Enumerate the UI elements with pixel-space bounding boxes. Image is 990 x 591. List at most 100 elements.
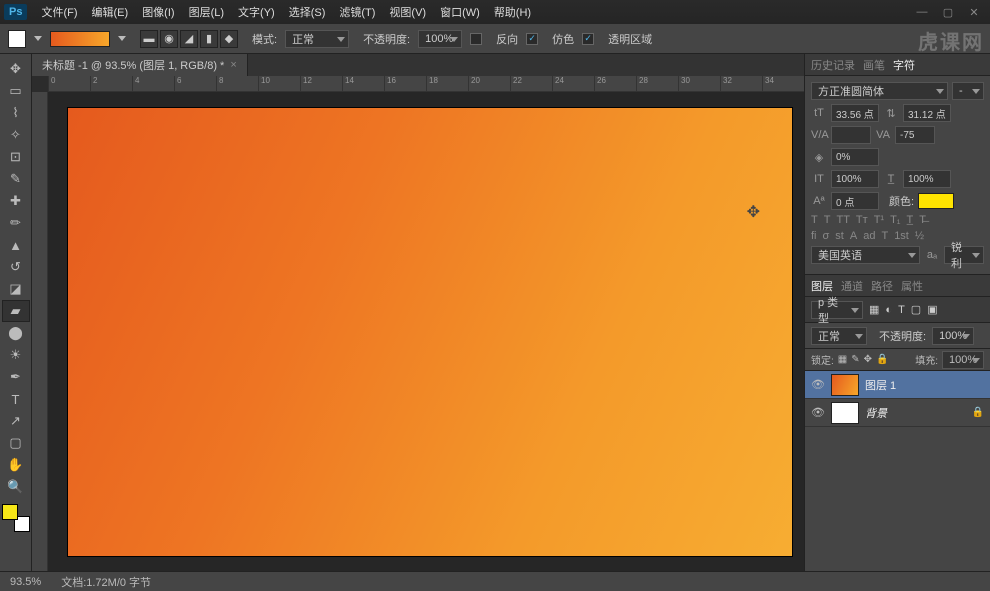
type-tool-icon[interactable]: T <box>2 388 30 410</box>
heal-tool-icon[interactable]: ✚ <box>2 190 30 212</box>
filter-adjust-icon[interactable]: ◐ <box>885 304 892 316</box>
menu-file[interactable]: 文件(F) <box>35 1 83 23</box>
zoom-tool-icon[interactable]: 🔍 <box>2 476 30 498</box>
allcaps-button[interactable]: TT <box>836 214 849 226</box>
lasso-tool-icon[interactable]: ⌇ <box>2 102 30 124</box>
gradient-diamond-icon[interactable]: ◆ <box>220 30 238 48</box>
ot-half[interactable]: ½ <box>915 230 924 242</box>
ot-fi[interactable]: fi <box>811 230 817 242</box>
menu-layer[interactable]: 图层(L) <box>183 1 230 23</box>
lock-paint-icon[interactable]: ✎ <box>851 354 859 365</box>
marquee-tool-icon[interactable]: ▭ <box>2 80 30 102</box>
tab-channels[interactable]: 通道 <box>841 278 863 294</box>
gradient-tool-icon[interactable]: ▰ <box>2 300 30 322</box>
menu-select[interactable]: 选择(S) <box>283 1 332 23</box>
smallcaps-button[interactable]: Tᴛ <box>856 214 868 226</box>
ot-fractions[interactable]: 1st <box>894 230 909 242</box>
layer-fill-field[interactable]: 100% <box>942 351 984 369</box>
eyedropper-tool-icon[interactable]: ✎ <box>2 168 30 190</box>
shape-tool-icon[interactable]: ▢ <box>2 432 30 454</box>
baseline-scale-field[interactable]: 0% <box>831 148 879 166</box>
ot-titling[interactable]: ad <box>863 230 875 242</box>
path-tool-icon[interactable]: ↗ <box>2 410 30 432</box>
zoom-level[interactable]: 93.5% <box>10 576 41 588</box>
filter-smart-icon[interactable]: ▣ <box>927 303 937 316</box>
menu-view[interactable]: 视图(V) <box>383 1 432 23</box>
visibility-icon[interactable]: 👁 <box>811 406 825 419</box>
lock-trans-icon[interactable]: ▦ <box>838 354 847 365</box>
bold-button[interactable]: T <box>811 214 818 226</box>
vscale-field[interactable]: 100% <box>831 170 879 188</box>
menu-filter[interactable]: 滤镜(T) <box>333 1 381 23</box>
ot-swash[interactable]: A <box>850 230 857 242</box>
font-style-select[interactable]: - <box>952 82 984 100</box>
ruler-vertical[interactable] <box>32 92 48 571</box>
font-size-field[interactable]: 33.56 点 <box>831 104 879 122</box>
language-select[interactable]: 美国英语 <box>811 246 920 264</box>
blend-mode-select[interactable]: 正常 <box>285 30 349 48</box>
wand-tool-icon[interactable]: ✧ <box>2 124 30 146</box>
superscript-button[interactable]: T¹ <box>874 214 884 226</box>
maximize-button[interactable]: ▢ <box>942 6 954 19</box>
kerning-field[interactable] <box>831 126 871 144</box>
gradient-reflected-icon[interactable]: ▮ <box>200 30 218 48</box>
menu-edit[interactable]: 编辑(E) <box>86 1 135 23</box>
gradient-preview[interactable] <box>50 31 110 47</box>
eraser-tool-icon[interactable]: ◪ <box>2 278 30 300</box>
layer-row[interactable]: 👁 图层 1 <box>805 371 990 399</box>
tab-character[interactable]: 字符 <box>893 57 915 73</box>
tab-close-icon[interactable]: × <box>230 59 236 71</box>
layer-row[interactable]: 👁 背景 🔒 <box>805 399 990 427</box>
layer-blend-select[interactable]: 正常 <box>811 327 867 345</box>
close-button[interactable]: ✕ <box>968 6 980 19</box>
crop-tool-icon[interactable]: ⊡ <box>2 146 30 168</box>
opacity-field[interactable]: 100% <box>418 30 462 48</box>
canvas[interactable] <box>68 108 792 556</box>
leading-field[interactable]: 31.12 点 <box>903 104 951 122</box>
lock-all-icon[interactable]: 🔒 <box>876 354 888 365</box>
layer-thumbnail[interactable] <box>831 402 859 424</box>
gradient-picker[interactable] <box>118 36 126 41</box>
reverse-checkbox[interactable] <box>470 33 482 45</box>
menu-window[interactable]: 窗口(W) <box>434 1 486 23</box>
layer-thumbnail[interactable] <box>831 374 859 396</box>
tab-layers[interactable]: 图层 <box>811 278 833 294</box>
tab-brush[interactable]: 画笔 <box>863 57 885 73</box>
layer-filter-select[interactable]: p 类型 <box>811 301 863 319</box>
layer-name[interactable]: 图层 1 <box>865 377 896 393</box>
gradient-radial-icon[interactable]: ◉ <box>160 30 178 48</box>
subscript-button[interactable]: T₁ <box>890 214 900 226</box>
filter-type-icon[interactable]: T <box>898 304 905 316</box>
menu-help[interactable]: 帮助(H) <box>488 1 537 23</box>
color-swatches[interactable] <box>2 504 30 532</box>
dodge-tool-icon[interactable]: ☀ <box>2 344 30 366</box>
transparency-checkbox[interactable]: ✓ <box>582 33 594 45</box>
document-tab[interactable]: 未标题 -1 @ 93.5% (图层 1, RGB/8) * × <box>32 54 248 76</box>
ot-sigma[interactable]: σ <box>823 230 830 242</box>
italic-button[interactable]: T <box>824 214 831 226</box>
stamp-tool-icon[interactable]: ▲ <box>2 234 30 256</box>
dither-checkbox[interactable]: ✓ <box>526 33 538 45</box>
menu-image[interactable]: 图像(I) <box>136 1 180 23</box>
tracking-field[interactable]: -75 <box>895 126 935 144</box>
minimize-button[interactable]: — <box>916 6 928 19</box>
underline-button[interactable]: T̲ <box>907 214 914 226</box>
pen-tool-icon[interactable]: ✒ <box>2 366 30 388</box>
filter-pixel-icon[interactable]: ▦ <box>869 303 879 316</box>
blur-tool-icon[interactable]: ⬤ <box>2 322 30 344</box>
tab-paths[interactable]: 路径 <box>871 278 893 294</box>
tab-properties[interactable]: 属性 <box>901 278 923 294</box>
text-color-swatch[interactable] <box>918 193 954 209</box>
history-brush-icon[interactable]: ↺ <box>2 256 30 278</box>
gradient-angle-icon[interactable]: ◢ <box>180 30 198 48</box>
layer-name[interactable]: 背景 <box>865 405 887 421</box>
antialias-select[interactable]: 锐利 <box>944 246 984 264</box>
lock-pos-icon[interactable]: ✥ <box>864 354 872 365</box>
baseline-shift-field[interactable]: 0 点 <box>831 192 879 210</box>
ruler-horizontal[interactable]: 0246810121416182022242628303234 <box>48 76 804 92</box>
move-tool-icon[interactable]: ✥ <box>2 58 30 80</box>
ot-st[interactable]: st <box>835 230 844 242</box>
tool-preset-menu[interactable] <box>34 36 42 41</box>
strike-button[interactable]: T̶ <box>919 214 926 226</box>
tab-history[interactable]: 历史记录 <box>811 57 855 73</box>
